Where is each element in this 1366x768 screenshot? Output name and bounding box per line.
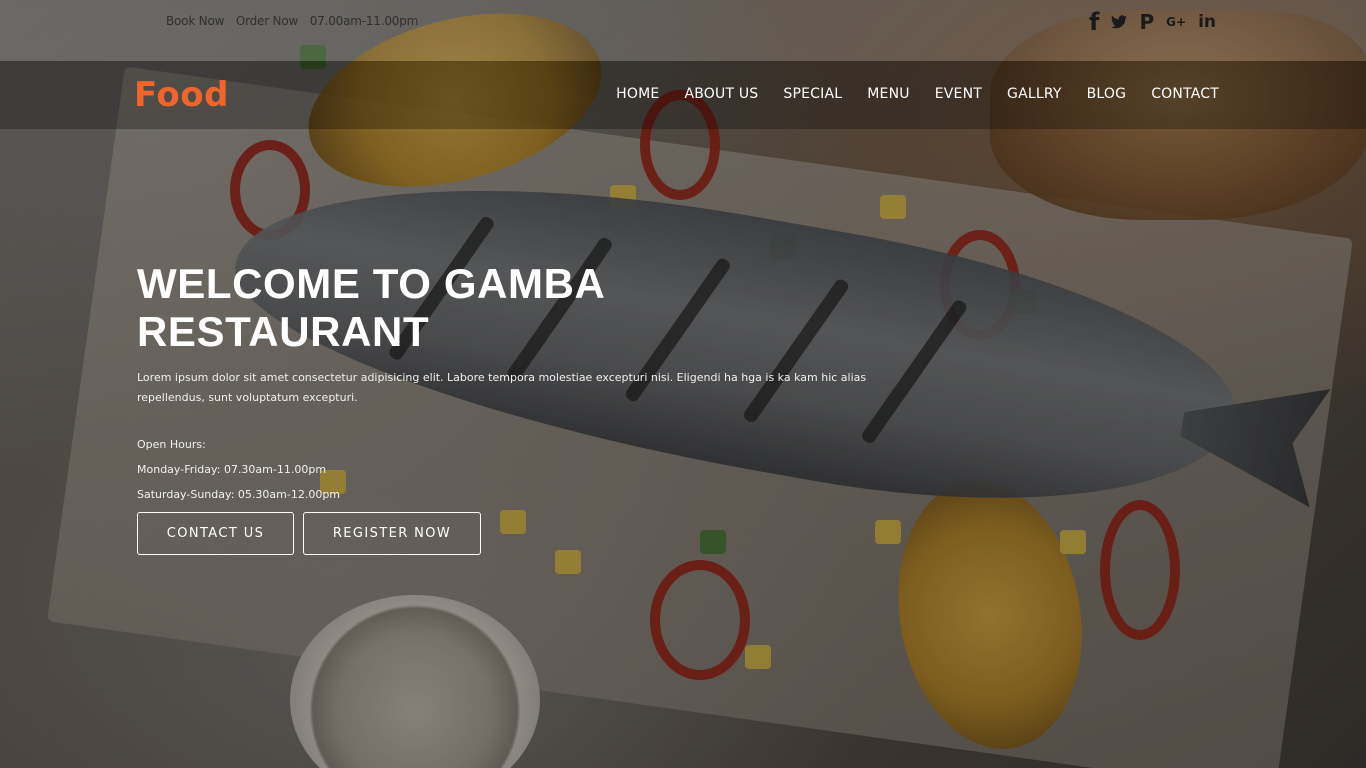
facebook-icon[interactable]: f (1089, 8, 1099, 36)
top-info: Book Now Order Now 07.00am-11.00pm (166, 14, 426, 28)
opening-time: 07.00am-11.00pm (309, 14, 419, 28)
open-hours-label: Open Hours: (137, 438, 206, 451)
pinterest-icon[interactable]: P (1139, 10, 1154, 34)
nav-special[interactable]: SPECIAL (783, 86, 842, 102)
hero-buttons: CONTACT US REGISTER NOW (137, 512, 481, 555)
nav-contact[interactable]: CONTACT (1151, 86, 1219, 102)
open-hours: Open Hours: Monday-Friday: 07.30am-11.00… (137, 432, 897, 507)
hero-description: Lorem ipsum dolor sit amet consectetur a… (137, 371, 867, 404)
linkedin-icon[interactable]: in (1198, 12, 1216, 32)
order-now-link[interactable]: Order Now (236, 14, 298, 28)
nav-event[interactable]: EVENT (935, 86, 982, 102)
nav-gallery[interactable]: GALLRY (1007, 86, 1062, 102)
contact-us-button[interactable]: CONTACT US (137, 512, 294, 555)
twitter-icon[interactable] (1111, 15, 1128, 29)
nav-about-us[interactable]: ABOUT US (684, 86, 758, 102)
hero-content: WELCOME TO GAMBA RESTAURANT Lorem ipsum … (137, 260, 897, 507)
nav-menu[interactable]: MENU (867, 86, 909, 102)
register-now-button[interactable]: REGISTER NOW (303, 512, 481, 555)
main-navbar: Food HOME ABOUT US SPECIAL MENU EVENT GA… (0, 61, 1366, 129)
site-logo[interactable]: Food (134, 75, 229, 115)
google-plus-icon[interactable]: G+ (1166, 15, 1186, 29)
social-links: f P G+ in (1089, 8, 1216, 36)
nav-blog[interactable]: BLOG (1087, 86, 1127, 102)
hero-title: WELCOME TO GAMBA RESTAURANT (137, 260, 604, 355)
book-now-link[interactable]: Book Now (166, 14, 224, 28)
main-menu: HOME ABOUT US SPECIAL MENU EVENT GALLRY … (591, 86, 1219, 102)
weekday-hours: Monday-Friday: 07.30am-11.00pm (137, 463, 327, 476)
nav-home[interactable]: HOME (616, 86, 659, 102)
weekend-hours: Saturday-Sunday: 05.30am-12.00pm (137, 488, 341, 501)
top-info-bar: Book Now Order Now 07.00am-11.00pm f P G… (0, 0, 1366, 61)
